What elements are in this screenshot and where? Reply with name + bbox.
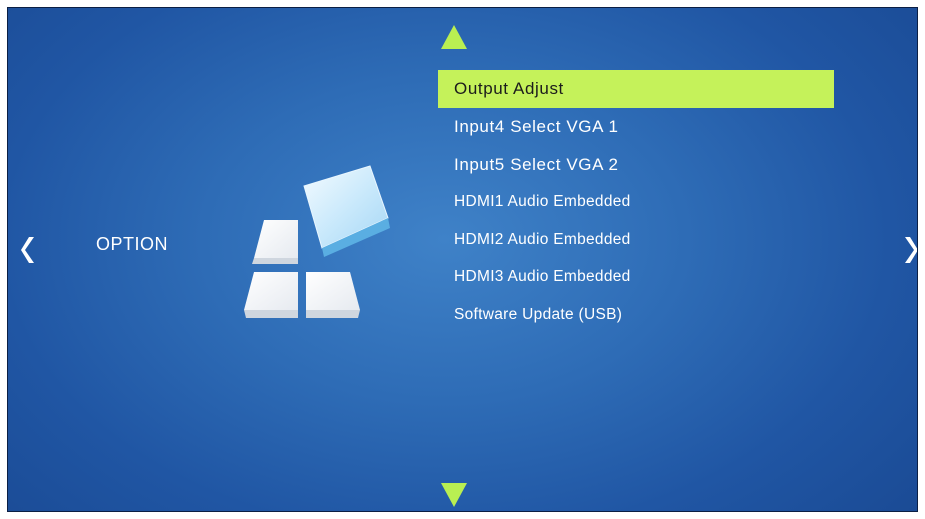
chevron-left-icon[interactable] <box>18 230 38 270</box>
menu-item-hdmi3-audio[interactable]: HDMI3 Audio Embedded <box>438 258 834 296</box>
triangle-down-icon[interactable] <box>440 482 468 508</box>
options-menu: Output Adjust Input4 Select VGA 1 Input5… <box>438 70 834 333</box>
section-title: OPTION <box>96 234 169 254</box>
option-blocks-icon <box>232 164 402 320</box>
menu-item-hdmi1-audio[interactable]: HDMI1 Audio Embedded <box>438 183 834 221</box>
menu-item-software-update[interactable]: Software Update (USB) <box>438 296 834 334</box>
menu-item-output-adjust[interactable]: Output Adjust <box>438 70 834 108</box>
menu-item-input4-select[interactable]: Input4 Select VGA 1 <box>438 108 834 146</box>
menu-item-hdmi2-audio[interactable]: HDMI2 Audio Embedded <box>438 221 834 259</box>
triangle-up-icon[interactable] <box>440 24 468 50</box>
menu-item-input5-select[interactable]: Input5 Select VGA 2 <box>438 146 834 184</box>
osd-screen: OPTION Output Adjust Input4 Select VGA 1… <box>8 8 917 511</box>
chevron-right-icon[interactable] <box>901 230 917 270</box>
